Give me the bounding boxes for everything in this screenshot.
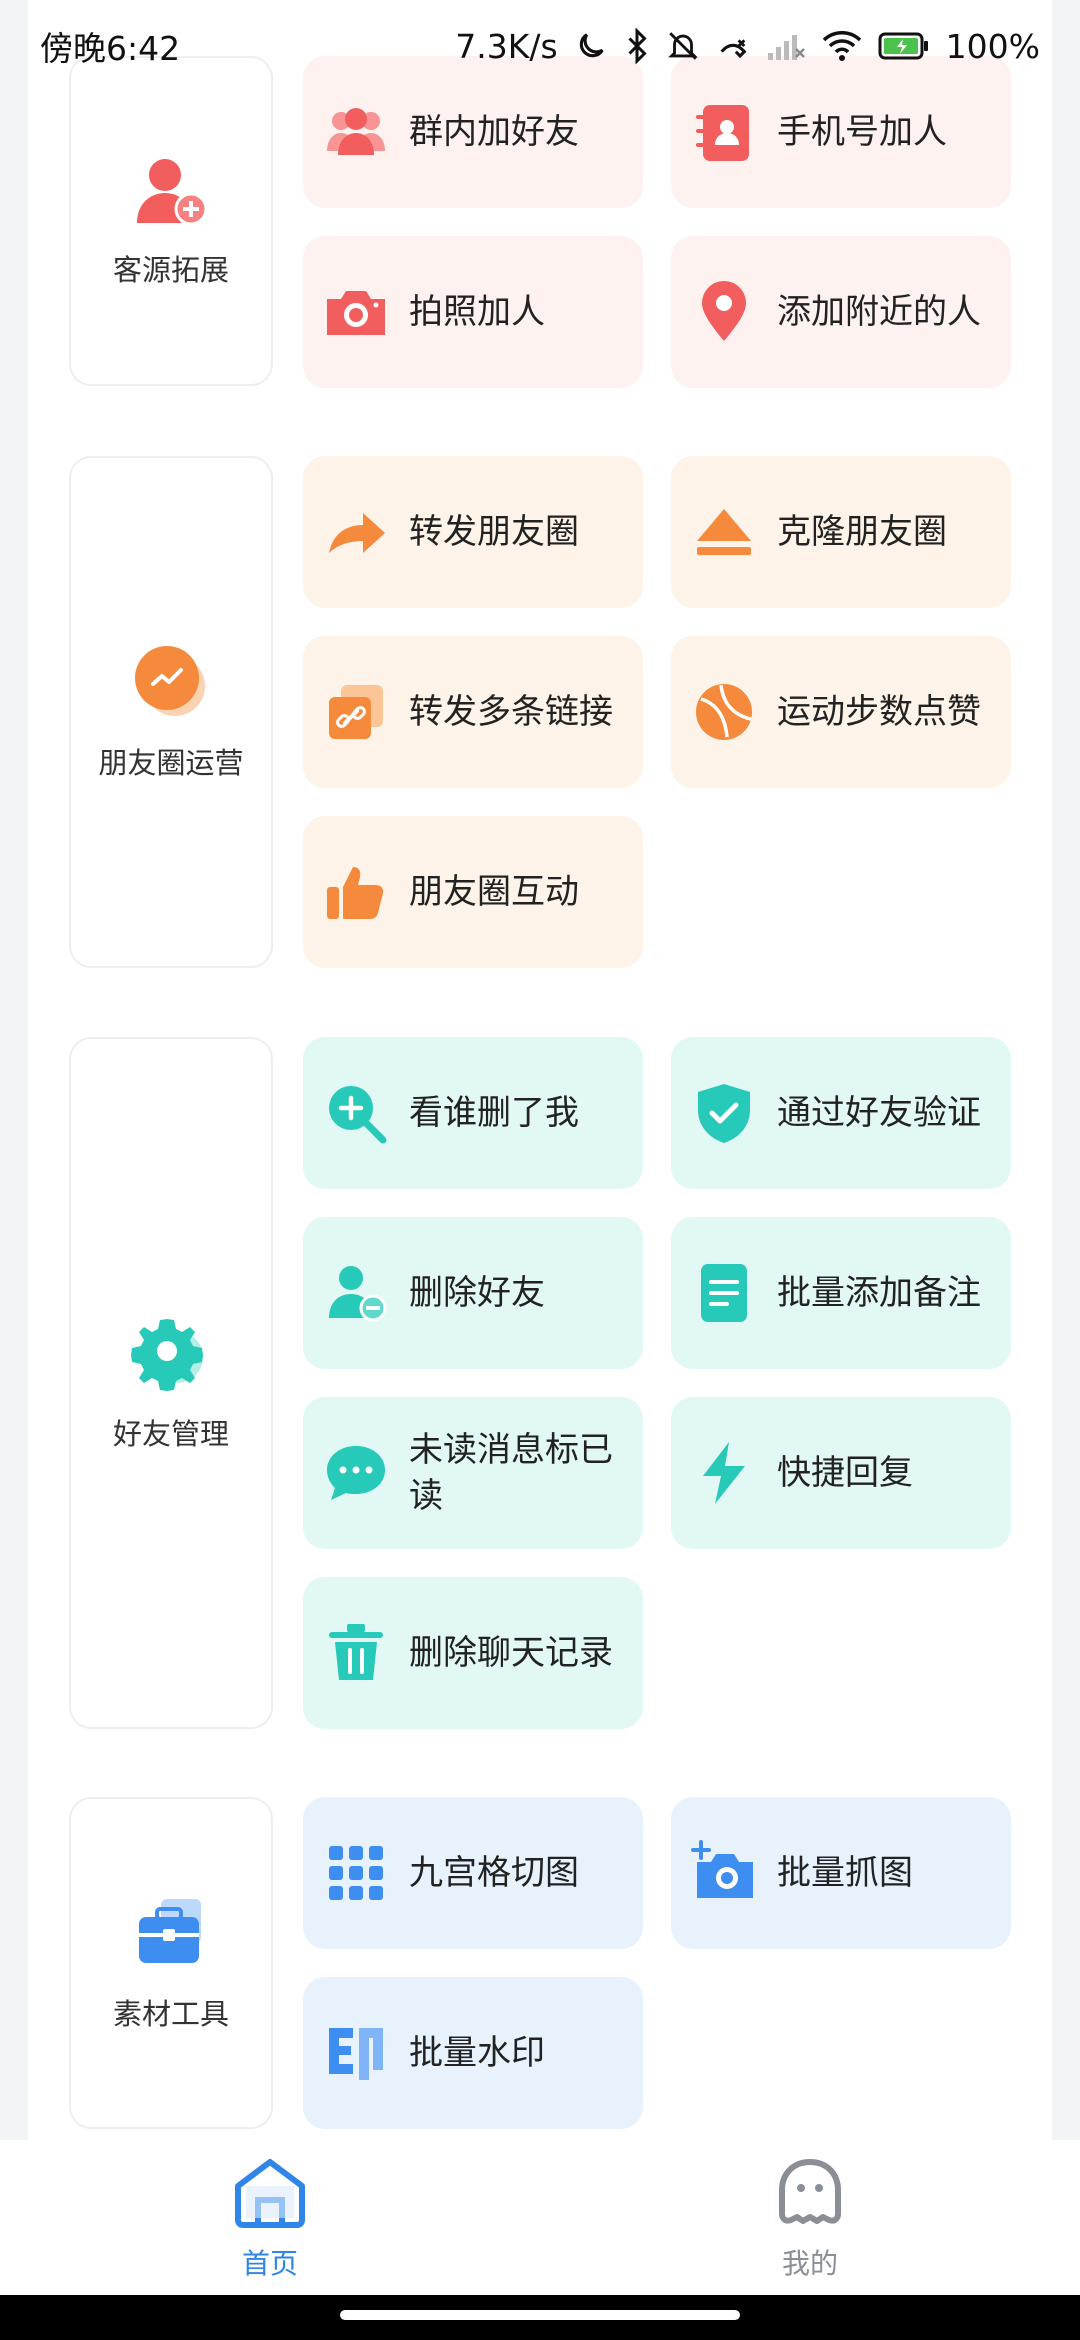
tile-quick-reply[interactable]: 快捷回复: [671, 1397, 1011, 1549]
section-material-tools: 素材工具 九宫格切图 批量抓图 批量水印: [69, 1797, 1011, 2129]
status-time: 傍晚6:42: [40, 29, 181, 68]
section-customer-expansion: 客源拓展 群内加好友 手机号加人 拍照加人 添加附近的人: [69, 56, 1011, 388]
tile-mark-read[interactable]: 未读消息标已读: [303, 1397, 643, 1549]
tile-moments-interaction[interactable]: 朋友圈互动: [303, 816, 643, 968]
remove-user-icon: [323, 1260, 389, 1326]
nav-home[interactable]: 首页: [0, 2140, 540, 2295]
home-icon: [232, 2156, 308, 2232]
moon-icon: [574, 29, 608, 63]
tile-label: 未读消息标已读: [409, 1430, 613, 1516]
document-icon: [691, 1260, 757, 1326]
grid-icon: [323, 1840, 389, 1906]
tile-label: 通过好友验证: [777, 1093, 981, 1133]
status-bar: 傍晚6:42 7.3K/s 100%: [0, 0, 1080, 92]
search-plus-icon: [323, 1080, 389, 1146]
gear-icon: [131, 1313, 211, 1397]
tile-label: 看谁删了我: [409, 1093, 579, 1133]
chat-bubble-icon: [323, 1440, 389, 1506]
gesture-bar-area: [0, 2295, 1080, 2340]
section-friend-management: 好友管理 看谁删了我 通过好友验证 删除好友 批量添加备注 未读消息标已读 快捷…: [69, 1037, 1011, 1729]
tile-photo-add[interactable]: 拍照加人: [303, 236, 643, 388]
nav-mine[interactable]: 我的: [540, 2140, 1080, 2295]
tile-clone-moments[interactable]: 克隆朋友圈: [671, 456, 1011, 608]
link-icon: [323, 679, 389, 745]
category-label: 好友管理: [112, 1417, 229, 1451]
tile-label: 运动步数点赞: [777, 692, 981, 732]
tile-label: 群内加好友: [409, 112, 579, 152]
nav-home-label: 首页: [241, 2247, 298, 2280]
tile-label: 删除聊天记录: [409, 1633, 613, 1673]
tile-label: 九宫格切图: [409, 1853, 579, 1893]
shield-check-icon: [691, 1080, 757, 1146]
tile-forward-links[interactable]: 转发多条链接: [303, 636, 643, 788]
group-users-icon: [323, 99, 389, 165]
tile-step-likes[interactable]: 运动步数点赞: [671, 636, 1011, 788]
category-label: 朋友圈运营: [98, 746, 244, 780]
tile-label: 转发多条链接: [409, 692, 613, 732]
camera-add-icon: [691, 1840, 757, 1906]
bell-muted-icon: [666, 29, 700, 63]
add-user-icon: [129, 153, 213, 233]
tile-label: 拍照加人: [409, 292, 545, 332]
category-moments-operation[interactable]: 朋友圈运营: [69, 456, 273, 968]
nav-mine-label: 我的: [781, 2247, 838, 2280]
tile-label: 快捷回复: [777, 1453, 913, 1493]
tile-label: 删除好友: [409, 1273, 545, 1313]
trash-icon: [323, 1620, 389, 1686]
lightning-icon: [691, 1440, 757, 1506]
location-pin-icon: [691, 279, 757, 345]
tile-batch-grab[interactable]: 批量抓图: [671, 1797, 1011, 1949]
category-customer-expansion[interactable]: 客源拓展: [69, 56, 273, 386]
tile-label: 朋友圈互动: [409, 872, 579, 912]
camera-icon: [323, 279, 389, 345]
ball-icon: [691, 679, 757, 745]
tile-accept-requests[interactable]: 通过好友验证: [671, 1037, 1011, 1189]
category-friend-management[interactable]: 好友管理: [69, 1037, 273, 1729]
battery-percent: 100%: [945, 26, 1040, 66]
toolbox-icon: [131, 1893, 211, 1977]
tile-delete-chat-history[interactable]: 删除聊天记录: [303, 1577, 643, 1729]
eject-icon: [691, 499, 757, 565]
tile-nearby-people[interactable]: 添加附近的人: [671, 236, 1011, 388]
tile-label: 手机号加人: [777, 112, 947, 152]
call-icon: [716, 29, 750, 63]
section-moments-operation: 朋友圈运营 转发朋友圈 克隆朋友圈 转发多条链接 运动步数点赞 朋友圈互动: [69, 456, 1011, 968]
category-material-tools[interactable]: 素材工具: [69, 1797, 273, 2129]
forward-arrow-icon: [323, 499, 389, 565]
battery-icon: [878, 31, 930, 61]
profile-face-icon: [772, 2156, 848, 2232]
tile-label: 添加附近的人: [777, 292, 981, 332]
tile-delete-friend[interactable]: 删除好友: [303, 1217, 643, 1369]
bluetooth-icon: [624, 28, 650, 64]
stamp-icon: [323, 2020, 389, 2086]
tile-label: 批量添加备注: [777, 1273, 981, 1313]
wifi-icon: [822, 30, 862, 62]
tile-batch-remarks[interactable]: 批量添加备注: [671, 1217, 1011, 1369]
tile-label: 克隆朋友圈: [777, 512, 947, 552]
signal-icon: [766, 31, 806, 61]
bottom-navigation: 首页 我的: [0, 2140, 1080, 2295]
tile-label: 转发朋友圈: [409, 512, 579, 552]
tile-label: 批量水印: [409, 2033, 545, 2073]
tile-label: 批量抓图: [777, 1853, 913, 1893]
contact-card-icon: [691, 99, 757, 165]
tile-forward-moments[interactable]: 转发朋友圈: [303, 456, 643, 608]
category-label: 客源拓展: [112, 253, 229, 287]
category-label: 素材工具: [112, 1997, 229, 2031]
tile-who-deleted-me[interactable]: 看谁删了我: [303, 1037, 643, 1189]
trend-chart-icon: [131, 642, 211, 726]
network-speed: 7.3K/s: [455, 26, 558, 66]
tile-nine-grid[interactable]: 九宫格切图: [303, 1797, 643, 1949]
thumbs-up-icon: [323, 859, 389, 925]
tile-batch-watermark[interactable]: 批量水印: [303, 1977, 643, 2129]
home-indicator[interactable]: [340, 2310, 740, 2320]
